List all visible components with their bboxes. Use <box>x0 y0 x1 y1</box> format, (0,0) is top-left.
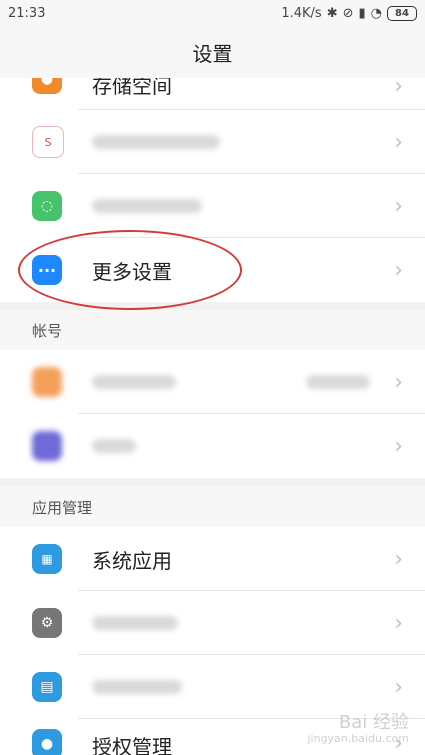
blurred-value <box>306 375 370 389</box>
blurred-label <box>92 439 136 453</box>
account-avatar-icon <box>32 367 62 397</box>
apps-icon: ▦ <box>32 544 62 574</box>
watermark-sub: jingyan.baidu.com <box>307 731 409 745</box>
watermark: Bai 经验 jingyan.baidu.com <box>307 713 409 745</box>
chevron-right-icon: › <box>394 674 403 700</box>
row-system-apps[interactable]: ▦ 系统应用 › <box>0 527 425 591</box>
title-bar: 设置 <box>0 26 425 78</box>
blurred-label <box>92 616 178 630</box>
red-circle-annotation <box>18 230 242 310</box>
row-blurred-1[interactable]: S › <box>0 110 425 174</box>
status-bar: 21:33 1.4K/s ✱ ⊘ ▮ ◔ 84 <box>0 0 425 26</box>
row-permissions-label: 授权管理 <box>92 735 172 755</box>
status-time: 21:33 <box>8 5 46 21</box>
blurred-label <box>92 375 176 389</box>
wifi-icon: ◔ <box>370 5 382 21</box>
blurred-label <box>92 680 182 694</box>
chevron-right-icon: › <box>394 369 403 395</box>
status-indicators: 1.4K/s ✱ ⊘ ▮ ◔ 84 <box>281 5 417 21</box>
stopwatch-icon: ◌ <box>32 191 62 221</box>
section-header-label: 帐号 <box>32 321 63 340</box>
bluetooth-icon: ✱ <box>326 5 338 21</box>
section-header-apps: 应用管理 <box>0 487 425 527</box>
shield-icon: ● <box>32 729 62 755</box>
row-storage[interactable]: ● 存储空间 › <box>0 78 425 110</box>
document-icon: ▤ <box>32 672 62 702</box>
row-blurred-2[interactable]: ◌ › <box>0 174 425 238</box>
row-system-apps-label: 系统应用 <box>92 548 172 573</box>
blurred-label <box>92 199 202 213</box>
row-blurred-4[interactable]: ▤ › <box>0 655 425 719</box>
mute-icon: ⊘ <box>342 5 354 21</box>
signal-icon: ▮ <box>358 5 366 21</box>
blurred-label <box>92 135 220 149</box>
chevron-right-icon: › <box>394 193 403 219</box>
battery-icon: 84 <box>387 5 417 21</box>
row-account-1[interactable]: › <box>0 350 425 414</box>
purple-account-icon <box>32 431 62 461</box>
section-header-label: 应用管理 <box>32 498 93 517</box>
page-title: 设置 <box>192 41 233 66</box>
chevron-right-icon: › <box>394 129 403 155</box>
chevron-right-icon: › <box>394 78 403 99</box>
chevron-right-icon: › <box>394 433 403 459</box>
s-logo-icon: S <box>32 126 64 158</box>
section-header-account: 帐号 <box>0 310 425 350</box>
row-blurred-3[interactable]: ⚙ › <box>0 591 425 655</box>
chevron-right-icon: › <box>394 546 403 572</box>
row-account-2[interactable]: › <box>0 414 425 478</box>
settings-icon: ⚙ <box>32 608 62 638</box>
row-storage-label: 存储空间 <box>92 78 172 98</box>
settings-group-account: › › <box>0 350 425 478</box>
chevron-right-icon: › <box>394 257 403 283</box>
watermark-main: Bai 经验 <box>338 712 409 734</box>
chevron-right-icon: › <box>394 610 403 636</box>
storage-icon: ● <box>32 78 62 94</box>
network-speed: 1.4K/s <box>281 5 322 21</box>
